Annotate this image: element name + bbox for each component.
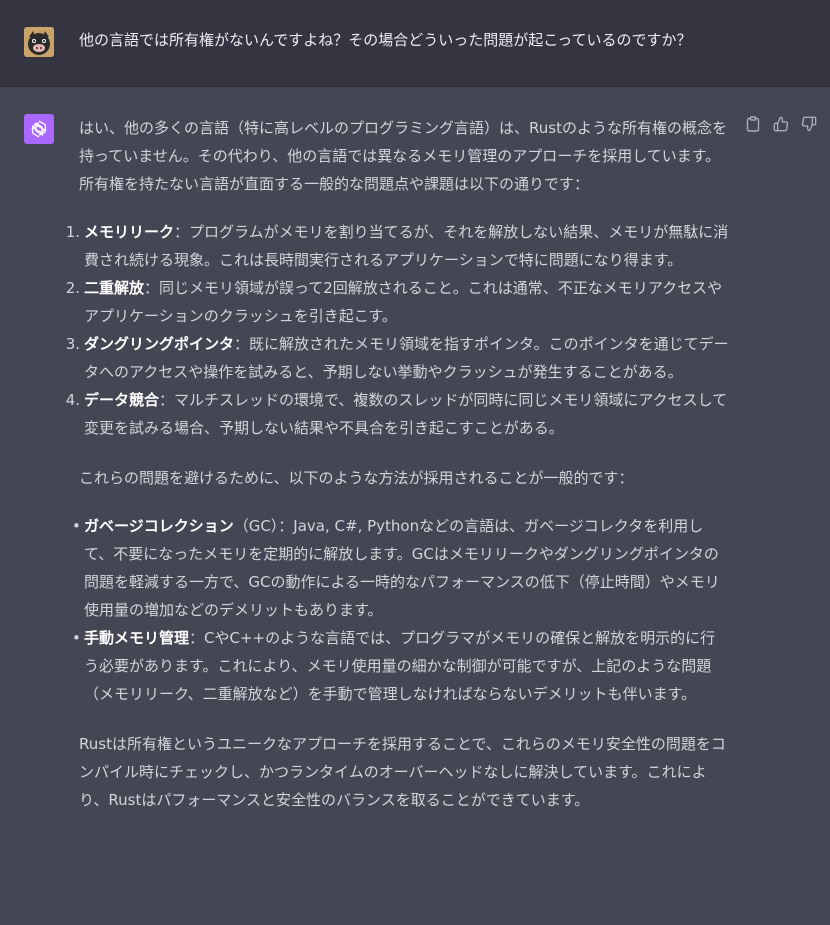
term-manual-memory: 手動メモリ管理 bbox=[84, 629, 190, 647]
term-memory-leak: メモリリーク bbox=[84, 223, 175, 241]
clipboard-icon[interactable] bbox=[744, 114, 762, 134]
assistant-message-row: はい、他の多くの言語（特に高レベルのプログラミング言語）は、Rustのような所有… bbox=[0, 87, 830, 925]
list-item: 4. データ競合：マルチスレッドの環境で、複数のスレッドが同時に同じメモリ領域に… bbox=[65, 391, 728, 437]
message-actions bbox=[744, 114, 818, 134]
thumbs-down-icon[interactable] bbox=[800, 114, 818, 134]
term-double-free: 二重解放 bbox=[84, 279, 145, 297]
problems-list: 1. メモリリーク：プログラムがメモリを割り当てるが、それを解放しない結果、メモ… bbox=[64, 218, 729, 442]
term-gc: ガベージコレクション bbox=[84, 517, 234, 535]
list-item: 2. 二重解放：同じメモリ領域が誤って2回解放されること。これは通常、不正なメモ… bbox=[65, 279, 723, 325]
thumbs-up-icon[interactable] bbox=[772, 114, 790, 134]
user-avatar bbox=[24, 27, 54, 57]
assistant-message-content: はい、他の多くの言語（特に高レベルのプログラミング言語）は、Rustのような所有… bbox=[66, 114, 729, 814]
term-data-race: データ競合 bbox=[84, 391, 160, 409]
term-dangling-pointer: ダングリングポインタ bbox=[84, 335, 235, 353]
list-item: 1. メモリリーク：プログラムがメモリを割り当てるが、それを解放しない結果、メモ… bbox=[65, 223, 729, 269]
list-item: • 手動メモリ管理：CやC++のような言語では、プログラマがメモリの確保と解放を… bbox=[72, 629, 716, 703]
intro-paragraph: はい、他の多くの言語（特に高レベルのプログラミング言語）は、Rustのような所有… bbox=[79, 119, 727, 193]
list-item: • ガベージコレクション（GC）：Java, C#, Pythonなどの言語は、… bbox=[72, 517, 720, 619]
middle-paragraph: これらの問題を避けるために、以下のような方法が採用されることが一般的です： bbox=[79, 469, 634, 487]
methods-list: • ガベージコレクション（GC）：Java, C#, Pythonなどの言語は、… bbox=[64, 512, 729, 708]
openai-logo-icon bbox=[24, 114, 54, 144]
user-message-row: 他の言語では所有権がないんですよね？その場合どういった問題が起こっているのですか… bbox=[0, 0, 830, 87]
list-item: 3. ダングリングポインタ：既に解放されたメモリ領域を指すポインタ。このポインタ… bbox=[65, 335, 729, 381]
user-message-text: 他の言語では所有権がないんですよね？その場合どういった問題が起こっているのですか… bbox=[79, 31, 692, 49]
conclusion-paragraph: Rustは所有権というユニークなアプローチを採用することで、これらのメモリ安全性… bbox=[79, 735, 726, 809]
